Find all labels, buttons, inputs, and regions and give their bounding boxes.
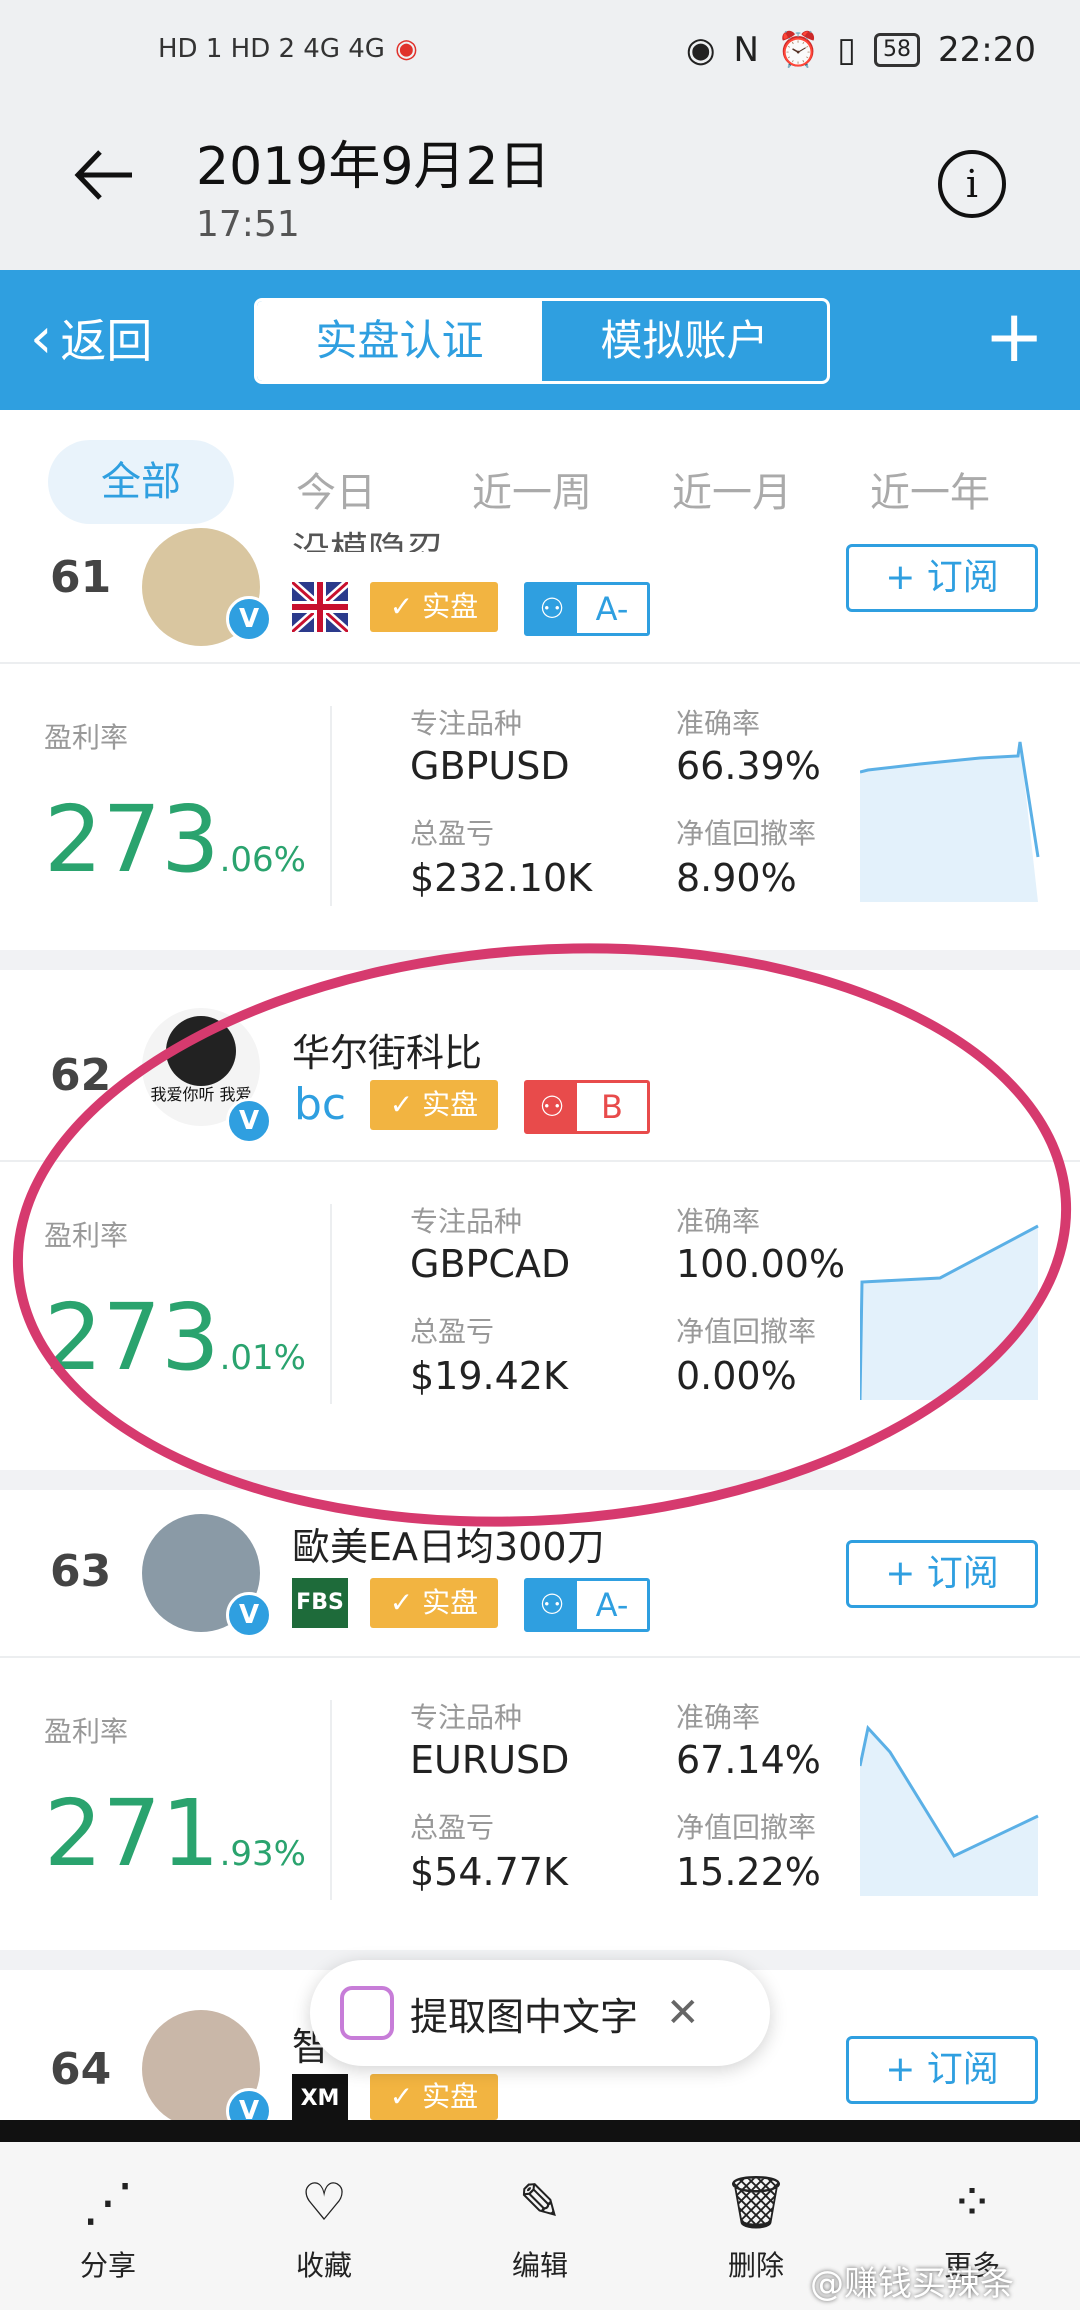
battery-indicator: 58 [874,33,921,67]
tab-demo-account[interactable]: 模拟账户 [542,301,827,381]
profit-decimal: .93% [219,1834,306,1874]
pnl-value: $54.77K [410,1850,568,1894]
back-label: 返回 [60,314,153,368]
verified-icon: V [226,596,272,642]
real-account-badge: ✓ 实盘 [370,582,498,632]
favorite-label: 收藏 [295,2249,352,2282]
back-button[interactable]: ‹ 返回 [30,305,152,371]
real-account-badge: ✓ 实盘 [370,2074,498,2120]
heart-icon: ♡ [300,2173,348,2233]
equity-sparkline [860,1724,1039,1896]
rank-number: 61 [50,552,112,603]
profit-rate-value: 271.93% [44,1780,306,1887]
edit-icon: ✎ [518,2173,562,2233]
profit-rate-label: 盈利率 [44,1715,129,1748]
divider [0,2120,1080,2142]
pnl-value: $232.10K [410,856,593,900]
delete-button[interactable]: 🗑 删除 [696,2170,816,2284]
watermark: @赚钱买辣条 [810,2264,1014,2304]
status-right: ◉ N ⏰ ▯ 58 22:20 [686,30,1036,70]
photo-time: 17:51 [196,204,300,245]
verified-icon: V [226,1592,272,1638]
extract-text-popup[interactable]: 提取图中文字 ✕ [310,1960,770,2066]
edit-button[interactable]: ✎ 编辑 [480,2170,600,2284]
real-badge-label: 实盘 [422,590,479,623]
trader-name: 沿模隐忍 [292,529,445,552]
share-label: 分享 [79,2249,136,2282]
equity-sparkline [860,741,1040,902]
ocr-label: 提取图中文字 [410,1994,639,2039]
pnl-label: 总盈亏 [410,1811,495,1844]
profit-main: 271 [44,1780,220,1887]
filter-month[interactable]: 近一月 [672,460,792,518]
share-button[interactable]: ⋰ 分享 [48,2170,168,2284]
edit-label: 编辑 [511,2249,568,2282]
more-icon: ⁘ [950,2173,994,2233]
rank-number: 64 [50,2044,112,2095]
filter-today[interactable]: 今日 [296,460,376,518]
grade-value: A- [595,1586,629,1624]
trash-icon: 🗑 [722,2173,789,2233]
drawdown-label: 净值回撤率 [676,817,817,850]
close-icon[interactable]: ✕ [666,1990,700,2036]
favorite-button[interactable]: ♡ 收藏 [264,2170,384,2284]
eye-icon: ◉ [685,30,716,70]
alarm-icon: ⏰ [776,30,820,70]
chevron-left-icon: ‹ [30,305,53,371]
weibo-icon: ◉ [394,34,418,64]
pnl-label: 总盈亏 [410,817,495,850]
drawdown-value: 8.90% [676,856,797,900]
drawdown-label: 净值回撤率 [676,1811,817,1844]
grade-badge: ⚇ A- [524,582,650,636]
signal-indicators: HD 1 HD 2 4G 4G ◉ [158,34,418,64]
photo-date: 2019年9月2日 [196,137,551,197]
grade-value: A- [595,590,629,628]
profit-rate-label: 盈利率 [44,721,129,754]
symbol-value: GBPUSD [410,744,570,788]
add-button[interactable]: + [984,300,1044,372]
broker-logo: FBS [292,1578,348,1628]
divider [0,662,1080,664]
uk-flag-icon [289,579,351,635]
vibrate-icon: ▯ [837,30,857,70]
drawdown-value: 15.22% [676,1850,821,1894]
symbol-label: 专注品种 [410,707,523,740]
subscribe-button[interactable]: + 订阅 [846,1540,1038,1608]
grade-badge: ⚇ A- [524,1578,650,1632]
filter-all[interactable]: 全部 [48,440,234,524]
profit-main: 273 [44,786,220,893]
subscribe-button[interactable]: + 订阅 [846,544,1038,612]
ocr-icon [340,1986,394,2040]
nfc-icon: N [733,30,759,70]
tab-real-account[interactable]: 实盘认证 [257,301,542,381]
real-account-badge: ✓ 实盘 [370,1578,498,1628]
accuracy-value: 67.14% [676,1738,821,1782]
account-type-toggle: 实盘认证 模拟账户 [254,298,830,384]
grade-person-icon: ⚇ [527,1581,577,1629]
accuracy-label: 准确率 [676,1701,761,1734]
accuracy-value: 66.39% [676,744,821,788]
divider [330,1700,332,1900]
profit-rate-value: 273.06% [44,786,306,893]
divider [0,1656,1080,1658]
info-icon[interactable]: i [938,150,1006,218]
divider [330,706,332,906]
subscribe-button[interactable]: + 订阅 [846,2036,1038,2104]
profit-decimal: .06% [219,840,306,880]
symbol-value: EURUSD [410,1738,570,1782]
share-icon: ⋰ [82,2173,134,2233]
grade-person-icon: ⚇ [527,585,577,633]
delete-label: 删除 [727,2249,784,2282]
broker-logo: XM [292,2074,348,2120]
real-badge-label: 实盘 [422,1586,479,1619]
filter-week[interactable]: 近一周 [472,460,592,518]
clock: 22:20 [938,30,1036,70]
rank-number: 63 [50,1546,112,1597]
accuracy-label: 准确率 [676,707,761,740]
real-badge-label: 实盘 [422,2080,479,2113]
symbol-label: 专注品种 [410,1701,523,1734]
back-arrow-icon[interactable] [70,140,140,210]
signal-text: HD 1 HD 2 4G 4G [158,34,385,64]
filter-year[interactable]: 近一年 [870,460,990,518]
